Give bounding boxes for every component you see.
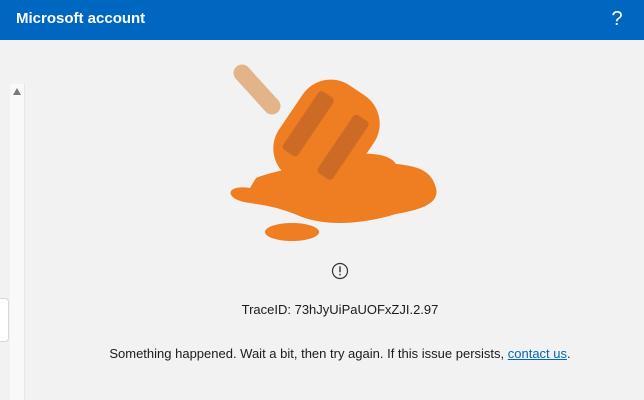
title-bar: Microsoft account ? bbox=[0, 0, 644, 40]
error-message-end: . bbox=[567, 346, 571, 361]
help-button[interactable]: ? bbox=[604, 4, 630, 34]
error-message: Something happened. Wait a bit, then try… bbox=[0, 345, 644, 363]
window-title: Microsoft account bbox=[16, 10, 146, 27]
trace-id: TraceID: 73hJyUiPaUOFxZJI.2.97 bbox=[241, 302, 439, 317]
contact-us-link[interactable]: contact us bbox=[508, 346, 567, 361]
melted-popsicle-illustration bbox=[230, 64, 437, 241]
error-message-text: Something happened. Wait a bit, then try… bbox=[109, 346, 508, 361]
warning-icon bbox=[331, 262, 349, 280]
scroll-up-arrow-icon[interactable] bbox=[13, 88, 21, 95]
